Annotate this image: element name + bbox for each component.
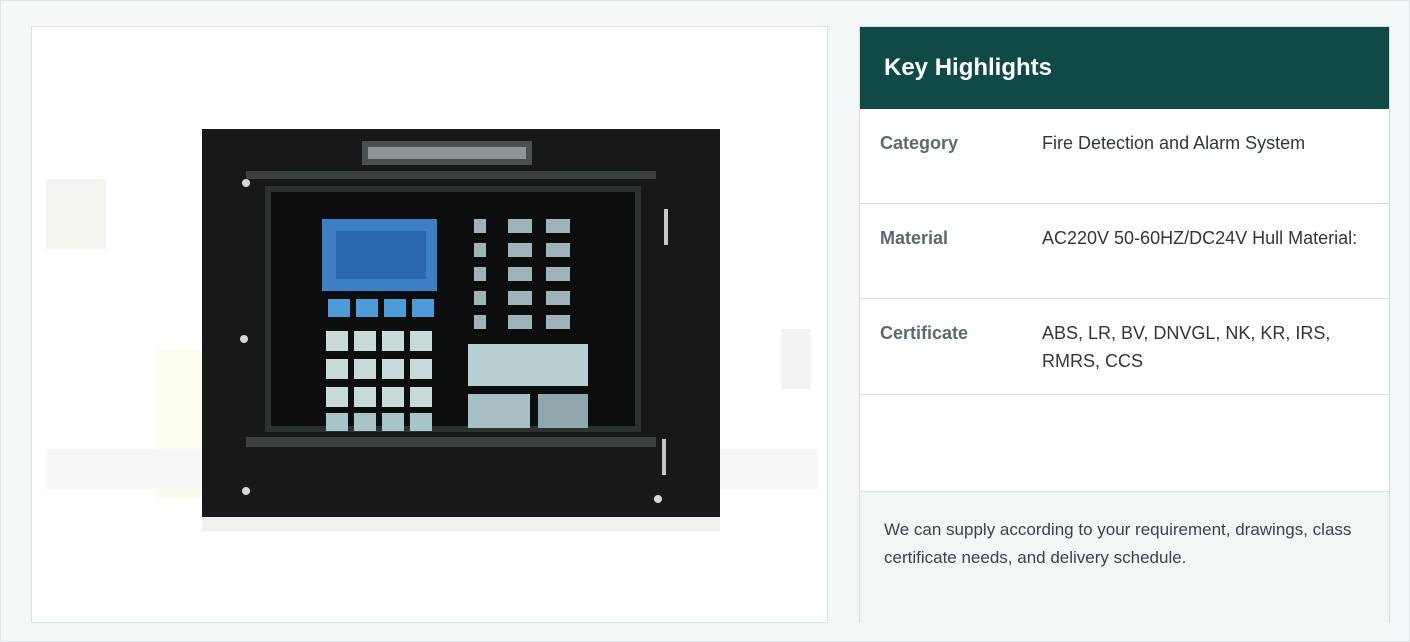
control-panel-illustration [46,129,818,531]
product-image-card [31,26,828,623]
key-highlights-card: Key Highlights Category Fire Detection a… [859,26,1390,624]
highlight-row-empty [860,395,1389,492]
highlight-value: ABS, LR, BV, DNVGL, NK, KR, IRS, RMRS, C… [1042,323,1331,371]
highlight-label: Category [880,133,959,153]
highlight-label: Material [880,228,949,248]
supply-note: We can supply according to your requirem… [860,492,1389,624]
key-highlights-title: Key Highlights [860,27,1389,109]
highlight-label: Certificate [880,323,969,343]
highlight-value: AC220V 50-60HZ/DC24V Hull Material: [1042,228,1358,248]
highlight-value: Fire Detection and Alarm System [1042,133,1306,153]
page: Key Highlights Category Fire Detection a… [0,0,1410,642]
highlight-row-certificate: Certificate ABS, LR, BV, DNVGL, NK, KR, … [860,299,1389,395]
highlight-row-material: Material AC220V 50-60HZ/DC24V Hull Mater… [860,204,1389,299]
highlight-row-category: Category Fire Detection and Alarm System [860,109,1389,204]
product-image [46,119,818,539]
